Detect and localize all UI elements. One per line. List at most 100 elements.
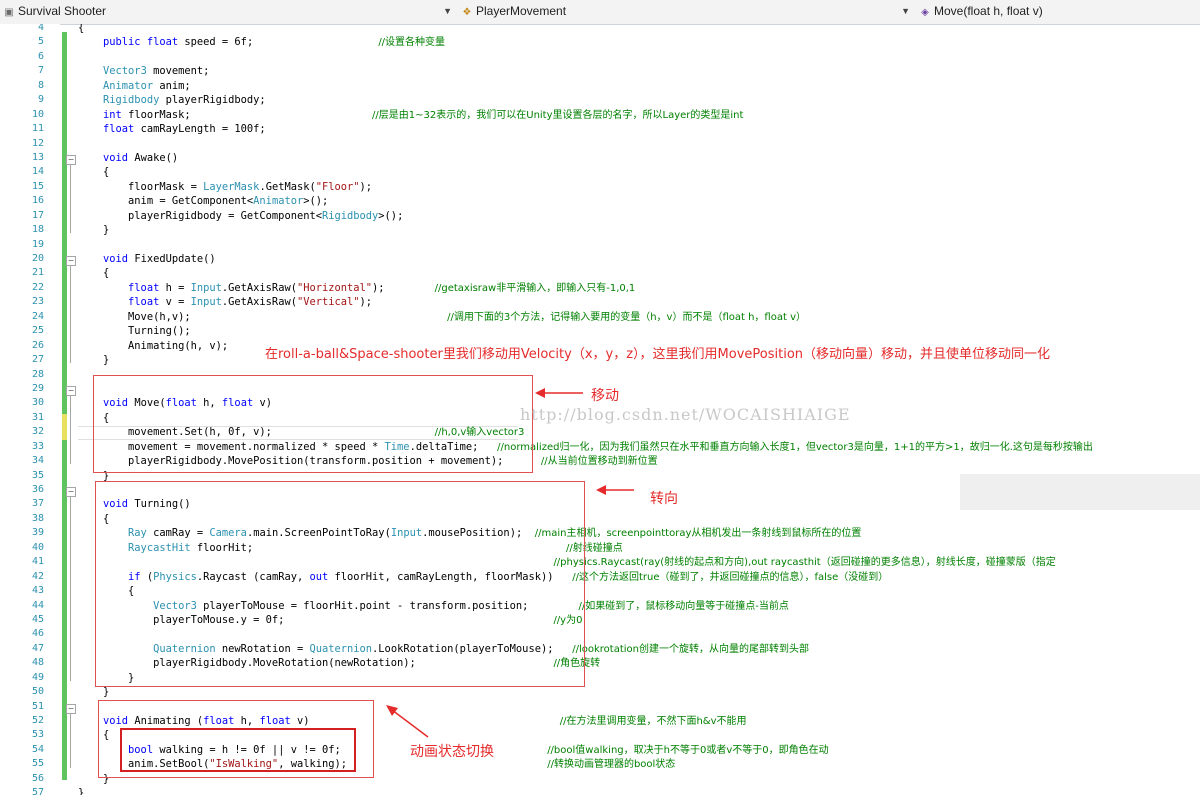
method-name: Move(float h, float v) xyxy=(934,4,1043,18)
class-name: PlayerMovement xyxy=(476,4,567,18)
comment: //这个方法返回true（碰到了，并返回碰撞点的信息），false（没碰到） xyxy=(572,571,889,583)
fold-guide xyxy=(70,165,71,233)
code-editor[interactable]: 4 5 6 7 8 9 10 11 12 13 14 15 16 17 18 19 20 21 22 23 24 25 26… xyxy=(0,24,1200,795)
line-number: 44 xyxy=(31,599,44,611)
line-number: 29 xyxy=(31,382,44,394)
code-line: anim = GetComponent<Animator>(); xyxy=(78,195,329,208)
csharp-project-icon: ▣ xyxy=(4,7,14,18)
comment: //层是由1~32表示的，我们可以在Unity里设置各层的名字，所以Layer的… xyxy=(372,109,744,121)
line-number: 34 xyxy=(31,455,44,467)
line-number: 42 xyxy=(31,570,44,582)
animation-state-label: 动画状态切换 xyxy=(410,744,494,760)
method-dropdown[interactable]: ◈ Move(float h, float v) xyxy=(918,2,1198,21)
comment: //normalized归一化，因为我们虽然只在水平和垂直方向输入长度1，但ve… xyxy=(497,441,1093,453)
line-number-gutter: 4 5 6 7 8 9 10 11 12 13 14 15 16 17 18 19 20 21 22 23 24 25 26… xyxy=(0,24,44,795)
line-number: 27 xyxy=(31,354,44,366)
line-number: 28 xyxy=(31,368,44,380)
change-bar-unsaved xyxy=(62,414,67,440)
turning-highlight-box xyxy=(95,481,585,687)
line-number: 8 xyxy=(37,79,44,91)
line-number: 52 xyxy=(31,715,44,726)
navigation-bar: ▣ Survival Shooter ▼ ❖ PlayerMovement ▼ ◈ M… xyxy=(0,0,1200,25)
line-number: 15 xyxy=(31,180,44,192)
move-highlight-box xyxy=(93,375,533,473)
code-line: } xyxy=(78,224,110,237)
comment: //bool值walking，取决于h不等于0或者v不等于0，即角色在动 xyxy=(547,744,829,756)
code-line: public float speed = 6f; //设置各种变量 xyxy=(103,36,446,49)
fold-guide xyxy=(70,396,71,464)
velocity-note: 在roll-a-ball&Space-shooter里我们移动用Velocity… xyxy=(265,347,1051,362)
code-line: } xyxy=(78,686,110,699)
line-number: 53 xyxy=(31,729,44,741)
turning-label: 转向 xyxy=(650,491,678,507)
chevron-down-icon[interactable]: ▼ xyxy=(901,2,910,21)
change-bar-saved xyxy=(62,32,67,414)
fold-toggle[interactable]: − xyxy=(66,704,76,714)
code-line: void FixedUpdate() xyxy=(103,253,216,265)
code-line: float camRayLength = 100f; xyxy=(103,123,266,136)
line-number: 5 xyxy=(37,36,44,48)
animating-body-box xyxy=(120,728,356,772)
fold-toggle[interactable]: − xyxy=(66,256,76,266)
line-number: 55 xyxy=(31,758,44,770)
project-name: Survival Shooter xyxy=(18,4,107,18)
arrow-icon xyxy=(386,705,429,738)
line-number: 20 xyxy=(31,253,44,264)
code-line: floorMask = LayerMask.GetMask("Floor"); xyxy=(78,180,373,193)
line-number: 49 xyxy=(31,671,44,683)
fold-guide xyxy=(70,266,71,363)
line-number: 39 xyxy=(31,527,44,539)
fold-guide xyxy=(70,714,71,768)
line-number: 46 xyxy=(31,628,44,640)
comment: //转换动画管理器的bool状态 xyxy=(547,759,676,771)
code-line: } xyxy=(78,787,85,795)
class-dropdown[interactable]: ❖ PlayerMovement ▼ xyxy=(460,2,912,21)
method-icon: ◈ xyxy=(921,7,929,18)
comment: //调用下面的3个方法，记得输入要用的变量（h，v）而不是（float h，fl… xyxy=(447,311,806,323)
class-icon: ❖ xyxy=(462,7,472,18)
fold-toggle[interactable]: − xyxy=(66,155,76,165)
line-number: 6 xyxy=(37,50,44,62)
comment: //getaxisraw非平滑输入，即输入只有-1,0,1 xyxy=(434,282,636,294)
line-number: 33 xyxy=(31,440,44,452)
line-number: 24 xyxy=(31,310,44,322)
line-number: 57 xyxy=(31,787,44,795)
line-number: 51 xyxy=(31,700,44,712)
line-number: 18 xyxy=(31,224,44,236)
line-number: 37 xyxy=(31,498,44,510)
arrow-icon xyxy=(535,388,583,398)
comment: //从当前位置移动到新位置 xyxy=(540,456,658,468)
line-number: 38 xyxy=(31,512,44,524)
line-number: 10 xyxy=(31,108,44,120)
code-line: Move(h,v); //调用下面的3个方法，记得输入要用的变量（h，v）而不是… xyxy=(78,310,806,323)
line-number: 56 xyxy=(31,772,44,784)
code-line: float v = Input.GetAxisRaw("Vertical"); xyxy=(128,296,373,309)
code-line: int floorMask; //层是由1~32表示的，我们可以在Unity里设… xyxy=(103,108,744,121)
line-number: 23 xyxy=(31,296,44,308)
line-number: 12 xyxy=(31,137,44,149)
line-number: 7 xyxy=(37,65,44,77)
code-line: Rigidbody playerRigidbody; xyxy=(103,94,266,107)
line-number: 43 xyxy=(31,585,44,597)
fold-toggle[interactable]: − xyxy=(66,386,76,396)
line-number: 54 xyxy=(31,743,44,755)
code-line: float h = Input.GetAxisRaw("Horizontal")… xyxy=(128,281,636,294)
line-number: 14 xyxy=(31,166,44,178)
comment: //lookrotation创建一个旋转，从向量的尾部转到头部 xyxy=(572,643,809,655)
project-dropdown[interactable]: ▣ Survival Shooter ▼ xyxy=(2,2,454,21)
line-number: 11 xyxy=(31,123,44,135)
line-number: 9 xyxy=(37,94,44,106)
chevron-down-icon[interactable]: ▼ xyxy=(443,2,452,21)
line-number: 31 xyxy=(31,411,44,423)
line-number: 19 xyxy=(31,238,44,250)
line-number: 35 xyxy=(31,469,44,481)
line-number: 16 xyxy=(31,195,44,207)
comment: //设置各种变量 xyxy=(378,37,446,49)
code-line: { xyxy=(78,166,110,179)
line-number: 50 xyxy=(31,686,44,698)
fold-toggle[interactable]: − xyxy=(66,487,76,497)
code-line: Vector3 movement; xyxy=(103,65,210,78)
code-line: Turning(); xyxy=(78,325,191,338)
line-number: 4 xyxy=(37,24,44,33)
